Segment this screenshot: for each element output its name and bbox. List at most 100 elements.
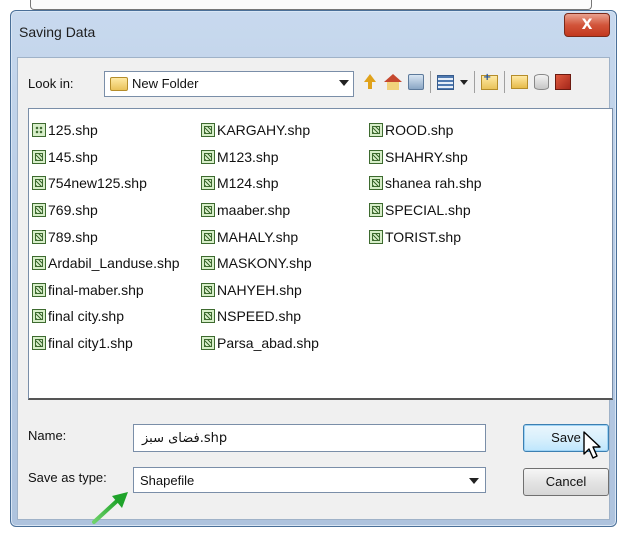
list-item[interactable]: NSPEED.shp	[201, 303, 319, 330]
shapefile-icon	[32, 256, 46, 271]
file-name: NSPEED.shp	[217, 308, 302, 325]
list-item[interactable]: M123.shp	[201, 144, 319, 171]
connect-folder-icon[interactable]	[408, 74, 424, 90]
toolbar-separator	[474, 71, 475, 93]
shapefile-icon	[32, 203, 46, 218]
list-item[interactable]: shanea rah.shp	[369, 170, 482, 197]
dialog-client-area: Look in: New Folder 125.shp 145.shp 75	[17, 57, 613, 520]
list-item[interactable]: TORIST.shp	[369, 223, 482, 250]
file-name: 145.shp	[48, 148, 98, 165]
file-name: MAHALY.shp	[217, 228, 299, 245]
close-button[interactable]: X	[564, 13, 610, 37]
view-dropdown-icon[interactable]	[460, 79, 468, 85]
title-bar: Saving Data X	[11, 11, 616, 57]
list-item[interactable]: 145.shp	[32, 144, 180, 171]
shapefile-icon	[369, 176, 383, 191]
folder-icon	[110, 77, 128, 91]
shapefile-icon	[201, 203, 215, 218]
shapefile-icon	[32, 229, 46, 244]
list-item[interactable]: 125.shp	[32, 117, 180, 144]
list-view-icon[interactable]	[437, 74, 454, 90]
toolbar-separator	[504, 71, 505, 93]
look-in-label: Look in:	[28, 76, 74, 91]
file-name: NAHYEH.shp	[217, 281, 302, 298]
list-item[interactable]: SHAHRY.shp	[369, 144, 482, 171]
green-arrow-icon	[92, 492, 128, 524]
cancel-button[interactable]: Cancel	[523, 468, 609, 496]
file-name: 754new125.shp	[48, 175, 147, 192]
file-name: SHAHRY.shp	[385, 148, 468, 165]
file-name: SPECIAL.shp	[385, 202, 471, 219]
shapefile-icon	[201, 123, 215, 138]
folder-icon[interactable]	[511, 75, 528, 89]
list-item[interactable]: Parsa_abad.shp	[201, 330, 319, 357]
file-name: Ardabil_Landuse.shp	[48, 255, 180, 272]
mouse-pointer-icon	[583, 431, 601, 459]
file-name: 125.shp	[48, 122, 98, 139]
list-item[interactable]: SPECIAL.shp	[369, 197, 482, 224]
file-name-input[interactable]: فضای سبز.shp	[133, 424, 486, 452]
file-list[interactable]: 125.shp 145.shp 754new125.shp 769.shp 78…	[28, 108, 613, 400]
list-item[interactable]: NAHYEH.shp	[201, 277, 319, 304]
dialog-title: Saving Data	[19, 24, 96, 40]
shapefile-icon	[201, 176, 215, 191]
file-name: 769.shp	[48, 202, 98, 219]
shapefile-icon	[32, 149, 46, 164]
list-item[interactable]: maaber.shp	[201, 197, 319, 224]
file-name: M123.shp	[217, 148, 279, 165]
list-item[interactable]: 769.shp	[32, 197, 180, 224]
toolbar	[362, 70, 571, 94]
look-in-dropdown[interactable]: New Folder	[104, 71, 354, 97]
shapefile-icon	[201, 309, 215, 324]
file-name: Parsa_abad.shp	[217, 335, 319, 352]
list-item[interactable]: 754new125.shp	[32, 170, 180, 197]
shapefile-icon	[201, 336, 215, 351]
chevron-down-icon	[339, 80, 349, 86]
database-icon[interactable]	[534, 74, 549, 90]
up-folder-icon[interactable]	[362, 74, 378, 90]
file-name: KARGAHY.shp	[217, 122, 311, 139]
file-name: final-maber.shp	[48, 281, 144, 298]
shapefile-icon	[201, 229, 215, 244]
toolbar-separator	[430, 71, 431, 93]
background-window-edge	[30, 0, 592, 10]
list-item[interactable]: MAHALY.shp	[201, 223, 319, 250]
saving-data-dialog: Saving Data X Look in: New Folder 125.s	[10, 10, 617, 527]
shapefile-icon	[201, 149, 215, 164]
list-item[interactable]: 789.shp	[32, 223, 180, 250]
new-folder-icon[interactable]	[481, 72, 498, 90]
chevron-down-icon	[469, 478, 479, 484]
home-icon[interactable]	[384, 74, 402, 90]
shapefile-icon	[369, 123, 383, 138]
shapefile-icon	[32, 309, 46, 324]
list-item[interactable]: Ardabil_Landuse.shp	[32, 250, 180, 277]
shapefile-icon	[32, 336, 46, 351]
shapefile-icon	[369, 149, 383, 164]
name-label: Name:	[28, 428, 67, 443]
shapefile-icon	[201, 282, 215, 297]
file-name: shanea rah.shp	[385, 175, 482, 192]
list-item[interactable]: final-maber.shp	[32, 277, 180, 304]
close-icon: X	[581, 17, 593, 33]
file-column-1: 125.shp 145.shp 754new125.shp 769.shp 78…	[32, 117, 180, 356]
file-name: TORIST.shp	[385, 228, 461, 245]
file-column-3: ROOD.shp SHAHRY.shp shanea rah.shp SPECI…	[369, 117, 482, 250]
shapefile-icon	[369, 229, 383, 244]
list-item[interactable]: final city1.shp	[32, 330, 180, 357]
shapefile-icon	[32, 282, 46, 297]
list-item[interactable]: ROOD.shp	[369, 117, 482, 144]
list-item[interactable]: M124.shp	[201, 170, 319, 197]
look-in-value: New Folder	[132, 76, 199, 91]
shapefile-icon	[32, 176, 46, 191]
file-name: maaber.shp	[217, 202, 291, 219]
list-item[interactable]: MASKONY.shp	[201, 250, 319, 277]
save-as-type-label: Save as type:	[28, 470, 107, 485]
toolbox-icon[interactable]	[555, 74, 571, 90]
list-item[interactable]: KARGAHY.shp	[201, 117, 319, 144]
shapefile-icon	[201, 256, 215, 271]
point-shapefile-icon	[32, 123, 46, 138]
file-column-2: KARGAHY.shp M123.shp M124.shp maaber.shp…	[201, 117, 319, 356]
shapefile-icon	[369, 203, 383, 218]
save-as-type-dropdown[interactable]: Shapefile	[133, 467, 486, 493]
list-item[interactable]: final city.shp	[32, 303, 180, 330]
